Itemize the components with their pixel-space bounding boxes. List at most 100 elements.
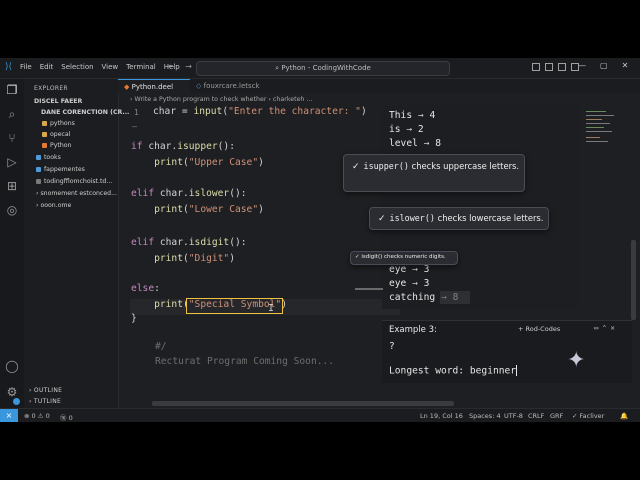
file-icon: ◇ [196, 82, 204, 90]
indentation[interactable]: Spaces: 4 [469, 412, 501, 420]
remote-indicator-icon[interactable]: ⨯ [0, 409, 18, 422]
notifications-icon[interactable]: 🔔 [620, 412, 628, 420]
code-line: elif char.isdigit(): [131, 237, 247, 248]
code-line: if char.isupper(): [131, 141, 235, 152]
ports-indicator[interactable]: ⑯ 0 [60, 412, 73, 422]
terminal-result: Longest word: beginner [389, 365, 518, 377]
gear-icon[interactable]: ⚙ [5, 385, 19, 399]
problems-indicator[interactable]: ⊗ 0 ⚠ 0 [24, 412, 50, 420]
tooltip-isupper: ✓ isupper() checks uppercase letters. [343, 154, 525, 192]
tab-fouxrcare[interactable]: ◇ fouxrcare.letsck [190, 79, 282, 93]
menu-selection[interactable]: Selection [61, 63, 93, 71]
horizontal-scrollbar[interactable] [152, 401, 454, 406]
folder-icon [42, 120, 47, 126]
cursor-position[interactable]: Ln 19, Col 16 [420, 412, 463, 420]
account-icon[interactable]: ◯ [5, 359, 19, 373]
search-icon[interactable]: ⌕ [5, 107, 19, 121]
sidebar-header: EXPLORER [34, 85, 68, 92]
folder-icon [42, 131, 47, 137]
explorer-icon[interactable]: ❐ [5, 83, 19, 97]
output-row: level → 8 [389, 138, 442, 149]
file-icon [36, 166, 41, 172]
terminal-cursor [516, 365, 518, 376]
check-icon: ✓ [378, 214, 386, 224]
code-line: #/ [155, 341, 167, 352]
file-icon [36, 154, 41, 160]
code-line: print("Upper Case") [154, 157, 264, 168]
extensions-icon[interactable]: ⊞ [5, 179, 19, 193]
code-line: else: [131, 283, 160, 294]
output-row: eye → 3 [389, 264, 430, 275]
tree-item[interactable]: todingfflomchoist.td... [36, 178, 126, 185]
status-bar: ⨯ ⊗ 0 ⚠ 0 ⑯ 0 Ln 19, Col 16 Spaces: 4 UT… [0, 408, 640, 422]
check-icon: ✓ [352, 162, 360, 172]
remote-icon[interactable]: ◎ [5, 203, 19, 217]
breadcrumb[interactable]: › Write a Python program to check whethe… [130, 96, 312, 103]
toggle-panel-icon[interactable] [545, 63, 553, 71]
code-line: elif char.islower(): [131, 188, 247, 199]
code-line: } [131, 313, 137, 324]
value-highlight [440, 291, 470, 304]
command-center-search[interactable]: ⌕ Python - CodingWithCode [196, 61, 450, 76]
minimap[interactable] [580, 93, 632, 213]
panel-controls: ▭⌃✕ [594, 324, 619, 332]
close-icon[interactable]: ✕ [622, 61, 629, 70]
code-line: print("Lower Case") [154, 204, 264, 215]
minimize-icon[interactable]: — [578, 61, 586, 70]
run-debug-icon[interactable]: ▷ [5, 155, 19, 169]
layout-controls [532, 63, 579, 71]
tooltip-isdigit: ✓ isdigit() checks numeric digits. [350, 251, 458, 265]
title-bar: ⟩⟨ File Edit Selection View Terminal Hel… [0, 58, 640, 79]
toggle-secondary-sidebar-icon[interactable] [558, 63, 566, 71]
editor-tabs: ◆ Python.deel ◇ fouxrcare.letsck [118, 79, 640, 93]
output-row: eye → 3 [389, 278, 430, 289]
source-control-icon[interactable]: ⑂ [5, 131, 19, 145]
text-cursor-icon: I [268, 303, 275, 314]
tree-item[interactable]: › ooon.ome [36, 202, 126, 209]
language-mode[interactable]: GRF [550, 412, 563, 420]
window-controls: — ▢ ✕ [578, 61, 628, 70]
python-file-icon [42, 142, 47, 148]
notification-badge [13, 398, 20, 405]
line-number: 1 [134, 108, 139, 117]
code-editor[interactable]: 1 — char = input("Enter the character: "… [118, 105, 400, 401]
menu-terminal[interactable]: Terminal [126, 63, 156, 71]
vscode-logo-icon: ⟩⟨ [5, 62, 13, 72]
menu-view[interactable]: View [102, 63, 119, 71]
split-icon[interactable]: ▭ [594, 324, 602, 332]
vscode-window: ⟩⟨ File Edit Selection View Terminal Hel… [0, 58, 640, 422]
code-line: Recturat Program Coming Soon... [155, 356, 335, 367]
code-line: char = input("Enter the character: ") [153, 106, 367, 117]
rod-codes-tab[interactable]: + Rod-Codes [518, 325, 560, 333]
panel-title: Example 3: [389, 325, 437, 335]
output-row: This → 4 [389, 110, 436, 121]
tree-item[interactable]: › snomement estconced... [36, 190, 126, 197]
tree-item[interactable]: DISCEL FAEER [34, 98, 124, 105]
vertical-scrollbar[interactable] [631, 240, 636, 320]
feature-status[interactable]: ✓ Facliver [572, 412, 604, 420]
tree-item[interactable]: fappementes [36, 166, 126, 173]
tab-python-deel[interactable]: ◆ Python.deel [118, 79, 190, 93]
line-ending[interactable]: CRLF [528, 412, 544, 420]
maximize-icon[interactable]: ▢ [600, 61, 608, 70]
tree-item[interactable]: tooks [36, 154, 126, 161]
tooltip-islower: ✓ islower() checks lowercase letters. [369, 207, 549, 230]
command-center-label: Python - CodingWithCode [281, 64, 371, 72]
terminal-line: ? [389, 341, 395, 352]
code-line: print("Digit") [154, 253, 235, 264]
activity-bar: ❐ ⌕ ⑂ ▷ ⊞ ◎ ◯ ⚙ [0, 79, 24, 409]
output-row: is → 2 [389, 124, 424, 135]
connector-line [355, 288, 383, 290]
close-icon[interactable]: ✕ [610, 324, 618, 332]
python-file-icon: ◆ [124, 83, 132, 91]
file-icon [36, 178, 41, 184]
terminal-panel: Example 3: + Rod-Codes ▭⌃✕ ? Longest wor… [382, 320, 632, 383]
timeline-section[interactable]: › TUTLINE [29, 398, 61, 405]
encoding[interactable]: UTF-8 [504, 412, 523, 420]
menu-file[interactable]: File [20, 63, 32, 71]
outline-section[interactable]: › OUTLINE [29, 387, 62, 394]
nav-arrows[interactable]: ← → [168, 62, 196, 71]
menu-edit[interactable]: Edit [40, 63, 54, 71]
explorer-sidebar: EXPLORER DISCEL FAEER DANE CORENCTION (C… [24, 79, 129, 409]
toggle-sidebar-icon[interactable] [532, 63, 540, 71]
